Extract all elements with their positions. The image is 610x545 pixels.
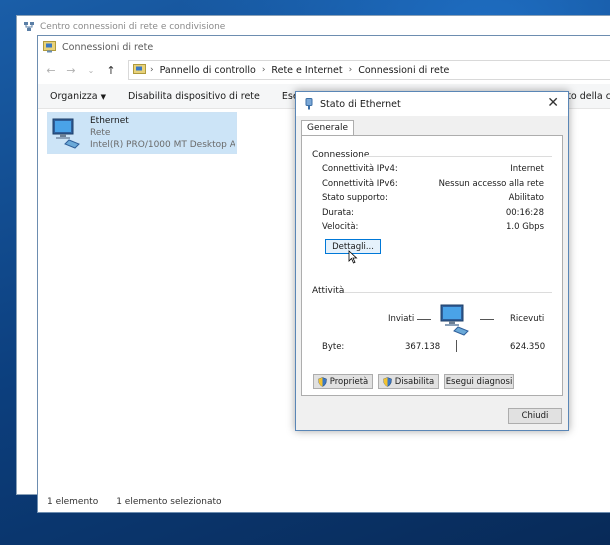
duration-label: Durata: (322, 208, 355, 218)
network-center-title: Centro connessioni di rete e condivision… (40, 22, 226, 32)
breadcrumb-separator-icon[interactable]: › (349, 65, 353, 75)
media-state-value: Abilitato (508, 193, 544, 203)
general-tab-panel: Connessione Connettività IPv4: Internet … (301, 135, 563, 396)
connection-adapter: Intel(R) PRO/1000 MT Desktop Ad... (90, 140, 235, 150)
breadcrumb-network-connections[interactable]: Connessioni di rete (358, 65, 449, 76)
duration-row: Durata: 00:16:28 (322, 208, 544, 218)
address-row: ← → ⌄ ↑ › Pannello di controllo › Rete e… (38, 58, 610, 82)
network-center-icon (24, 22, 34, 31)
up-arrow-icon[interactable]: ↑ (104, 64, 118, 77)
ethernet-status-dialog: Stato di Ethernet ✕ Generale Connessione… (295, 91, 569, 431)
window-titlebar: Connessioni di rete (38, 36, 610, 58)
activity-group-label: Attività (312, 286, 345, 296)
ipv4-label: Connettività IPv4: (322, 164, 398, 174)
back-arrow-icon[interactable]: ← (44, 64, 58, 77)
window-title: Connessioni di rete (62, 41, 154, 53)
shield-icon (317, 376, 327, 387)
close-icon[interactable]: ✕ (547, 96, 559, 110)
activity-group-divider (344, 292, 552, 293)
connection-group-divider (364, 156, 552, 157)
speed-value: 1.0 Gbps (505, 222, 544, 232)
dialog-tabs: Generale (301, 120, 355, 136)
address-bar[interactable]: › Pannello di controllo › Rete e Interne… (128, 60, 610, 80)
properties-button[interactable]: Proprietà (313, 374, 373, 389)
bytes-divider (456, 340, 457, 352)
sent-dash (417, 319, 431, 320)
item-count: 1 elemento (47, 497, 99, 507)
disable-button[interactable]: Disabilita (378, 374, 439, 389)
chevron-down-icon: ▼ (100, 92, 106, 101)
status-bar: 1 elemento 1 elemento selezionato (38, 492, 610, 512)
selected-count: 1 elemento selezionato (116, 497, 222, 507)
breadcrumb-network-internet[interactable]: Rete e Internet (271, 65, 342, 76)
mouse-cursor-icon (348, 250, 358, 264)
dialog-titlebar: Stato di Ethernet ✕ (296, 92, 568, 116)
disable-device-button[interactable]: Disabilita dispositivo di rete (128, 91, 260, 102)
ethernet-adapter-icon (52, 118, 80, 149)
control-panel-icon (133, 64, 146, 74)
ipv4-value: Internet (510, 164, 544, 174)
ipv6-label: Connettività IPv6: (322, 179, 398, 189)
close-button[interactable]: Chiudi (508, 408, 562, 424)
forward-arrow-icon[interactable]: → (64, 64, 78, 77)
received-label: Ricevuti (510, 314, 545, 324)
connection-network: Rete (90, 128, 111, 138)
network-connections-icon (43, 41, 56, 53)
connection-name: Ethernet (90, 116, 129, 126)
ipv6-value: Nessun accesso alla rete (438, 179, 544, 189)
recent-locations-chevron-icon[interactable]: ⌄ (84, 66, 98, 75)
breadcrumb-separator-icon[interactable]: › (150, 65, 154, 75)
shield-icon (382, 376, 392, 387)
tab-general[interactable]: Generale (301, 120, 355, 136)
received-dash (480, 319, 494, 320)
duration-value: 00:16:28 (505, 208, 544, 218)
breadcrumb-control-panel[interactable]: Pannello di controllo (160, 65, 256, 76)
media-state-label: Stato supporto: (322, 193, 388, 203)
ipv6-row: Connettività IPv6: Nessun accesso alla r… (322, 179, 544, 189)
speed-row: Velocità: 1.0 Gbps (322, 222, 544, 232)
bytes-label: Byte: (322, 342, 345, 352)
organize-menu-button[interactable]: Organizza ▼ (50, 91, 106, 102)
dialog-title: Stato di Ethernet (320, 98, 401, 110)
diagnose-button[interactable]: Esegui diagnosi (444, 374, 514, 389)
network-activity-icon (440, 304, 469, 336)
connection-group-label: Connessione (312, 150, 370, 160)
ethernet-connection-item[interactable]: Ethernet Rete Intel(R) PRO/1000 MT Deskt… (47, 112, 237, 154)
sent-label: Inviati (388, 314, 415, 324)
speed-label: Velocità: (322, 222, 359, 232)
ipv4-row: Connettività IPv4: Internet (322, 164, 544, 174)
ethernet-plug-icon (305, 98, 313, 110)
bytes-received-value: 624.350 (510, 342, 546, 352)
breadcrumb-separator-icon[interactable]: › (262, 65, 266, 75)
bytes-sent-value: 367.138 (405, 342, 441, 352)
media-state-row: Stato supporto: Abilitato (322, 193, 544, 203)
